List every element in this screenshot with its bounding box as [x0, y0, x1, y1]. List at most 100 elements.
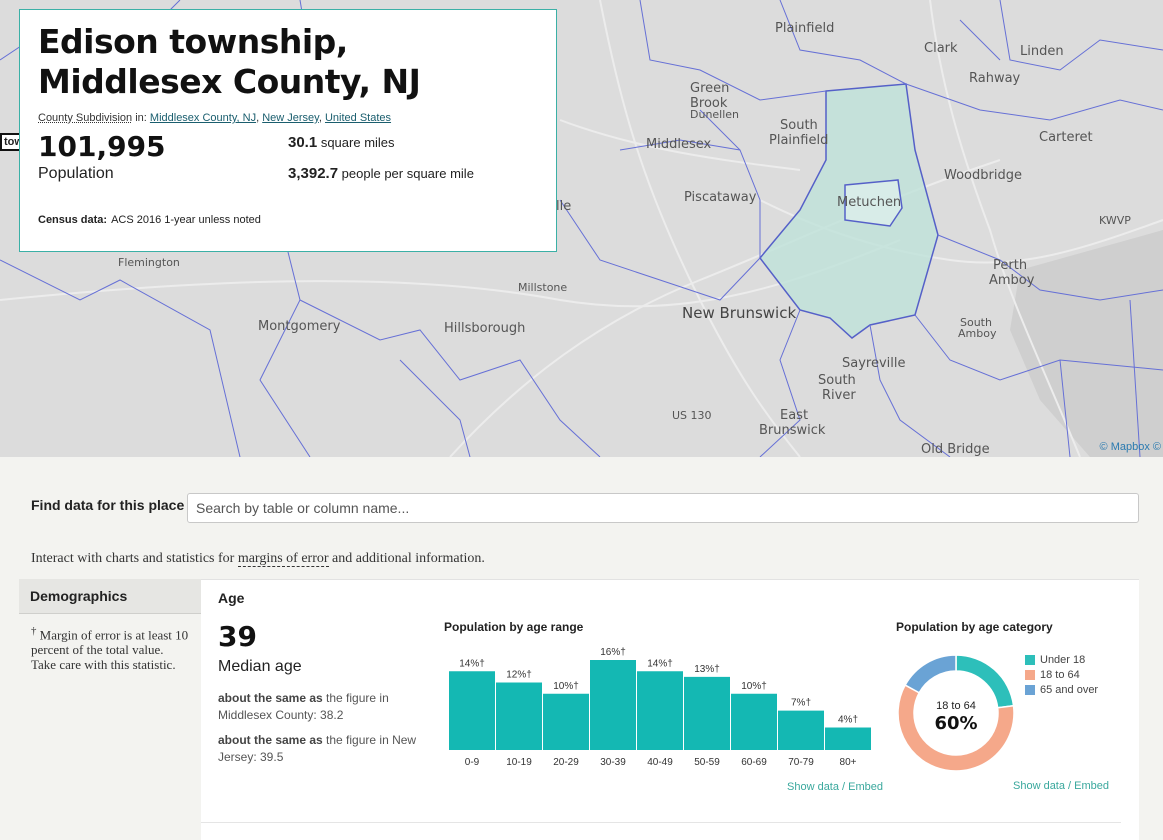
link-separator: / [1064, 780, 1075, 792]
bar-value-label: 10%† [741, 681, 767, 692]
map-place-label: Amboy [989, 273, 1035, 288]
bar-30-39 [590, 660, 636, 750]
legend-swatch [1025, 669, 1035, 680]
moe-footnote: † Margin of error is at least 10 percent… [19, 614, 201, 682]
moe-link[interactable]: margins of error [237, 551, 329, 567]
embed-link[interactable]: Embed [848, 781, 883, 793]
bar-category-label: 20-29 [553, 757, 579, 768]
bar-value-label: 12%† [506, 670, 532, 681]
density-label: people per square mile [341, 166, 474, 181]
bar-10-19 [496, 682, 542, 750]
bar-category-label: 30-39 [600, 757, 626, 768]
bar-0-9 [449, 671, 495, 750]
bar-60-69 [731, 693, 777, 750]
map-place-label: Green [690, 81, 730, 96]
area-label: square miles [320, 135, 395, 150]
map-place-label: Montgomery [258, 319, 341, 334]
donut-chart-title: Population by age category [896, 620, 1053, 634]
bar-value-label: 14%† [459, 658, 485, 669]
bar-value-label: 10%† [553, 681, 579, 692]
donut-chart-links: Show data / Embed [1013, 780, 1109, 792]
legend-item: 18 to 64 [1025, 668, 1098, 681]
sumlev-label: County Subdivision [38, 112, 133, 124]
interact-text-before: Interact with charts and statistics for [31, 551, 238, 566]
search-input[interactable] [187, 493, 1139, 523]
map-place-label: Perth [993, 258, 1028, 273]
age-category-donut-chart[interactable]: 18 to 6460% [896, 653, 1016, 773]
bar-category-label: 50-59 [694, 757, 720, 768]
bar-40-49 [637, 671, 683, 750]
map-place-label: Piscataway [684, 190, 757, 205]
population-label: Population [38, 165, 114, 182]
interact-note: Interact with charts and statistics for … [31, 551, 485, 567]
age-panel: Age 39 Median age about the same as the … [201, 579, 1139, 840]
legend-item: 65 and over [1025, 683, 1098, 696]
legend-swatch [1025, 684, 1035, 695]
legend-label: 18 to 64 [1040, 668, 1080, 681]
donut-slice-2 [904, 654, 957, 694]
interact-text-after: and additional information. [328, 551, 485, 566]
section-title-demographics[interactable]: Demographics [19, 579, 201, 614]
find-data-label: Find data for this place [31, 497, 185, 513]
link-separator: / [838, 781, 849, 793]
census-source: Census data: ACS 2016 1-year unless noted [38, 214, 538, 226]
embed-link[interactable]: Embed [1074, 780, 1109, 792]
map-place-label: Linden [1020, 44, 1064, 59]
map-place-label: lle [556, 199, 572, 214]
place-header-card: Edison township, Middlesex County, NJ Co… [19, 9, 557, 252]
map-place-label: Millstone [518, 281, 568, 294]
map-place-label: Dunellen [690, 108, 740, 121]
map-place-label: South [818, 373, 856, 388]
median-age-value[interactable]: 39 [218, 620, 257, 653]
place-hierarchy: County Subdivision in: Middlesex County,… [38, 112, 392, 124]
legend-item: Under 18 [1025, 653, 1098, 666]
bar-50-59 [684, 676, 730, 750]
bar-value-label: 7%† [791, 698, 811, 709]
median-age-label: Median age [218, 658, 302, 675]
comparison-state: about the same as the figure in New Jers… [218, 732, 428, 766]
bar-value-label: 13%† [694, 664, 720, 675]
age-range-bar-chart[interactable]: 14%† 0-9 12%† 10-19 10%† 20-29 16%† 30-39 14%† 40… [444, 646, 884, 776]
map-place-label: East [780, 408, 809, 423]
bar-value-label: 4%† [838, 715, 858, 726]
map-place-label: River [822, 388, 856, 403]
bar-category-label: 40-49 [647, 757, 673, 768]
bar-category-label: 80+ [840, 757, 857, 768]
map-place-label: Rahway [969, 71, 1021, 86]
bar-value-label: 16%† [600, 647, 626, 658]
map-place-label: Plainfield [775, 21, 835, 36]
section-divider [201, 822, 1121, 823]
sumlev-in: in: [132, 112, 150, 124]
bar-70-79 [778, 710, 824, 750]
comparison-county-qualifier: about the same as [218, 691, 323, 705]
map-place-label: Carteret [1039, 130, 1093, 145]
show-data-link[interactable]: Show data [787, 781, 839, 793]
map-place-label: Woodbridge [944, 168, 1022, 183]
map-place-label: Amboy [958, 327, 997, 340]
bar-category-label: 0-9 [465, 757, 480, 768]
map-place-label: Flemington [118, 256, 180, 269]
donut-legend: Under 18 18 to 64 65 and over [1025, 653, 1098, 698]
map-attribution[interactable]: © Mapbox © [1100, 441, 1161, 453]
donut-center-label: 18 to 64 [936, 700, 976, 712]
map-place-label: Plainfield [769, 133, 829, 148]
parent-link-state[interactable]: New Jersey [262, 112, 319, 124]
bar-category-label: 70-79 [788, 757, 814, 768]
bar-chart-links: Show data / Embed [787, 781, 883, 793]
map-place-label: Sayreville [842, 356, 906, 371]
show-data-link[interactable]: Show data [1013, 780, 1065, 792]
section-sidebar: Demographics † Margin of error is at lea… [19, 579, 201, 840]
page-title: Edison township, Middlesex County, NJ [38, 22, 421, 101]
parent-link-nation[interactable]: United States [325, 112, 391, 124]
map-place-label: South [780, 118, 818, 133]
footnote-text: Margin of error is at least 10 percent o… [31, 627, 189, 673]
legend-swatch [1025, 654, 1035, 665]
census-value: ACS 2016 1-year unless noted [111, 214, 261, 226]
parent-link-county[interactable]: Middlesex County, NJ [150, 112, 256, 124]
donut-center-value: 60% [934, 713, 977, 734]
bar-20-29 [543, 693, 589, 750]
map-place-label: Brunswick [759, 423, 826, 438]
map-place-label: Hillsborough [444, 321, 526, 336]
bar-chart-title: Population by age range [444, 620, 584, 634]
bar-category-label: 10-19 [506, 757, 532, 768]
